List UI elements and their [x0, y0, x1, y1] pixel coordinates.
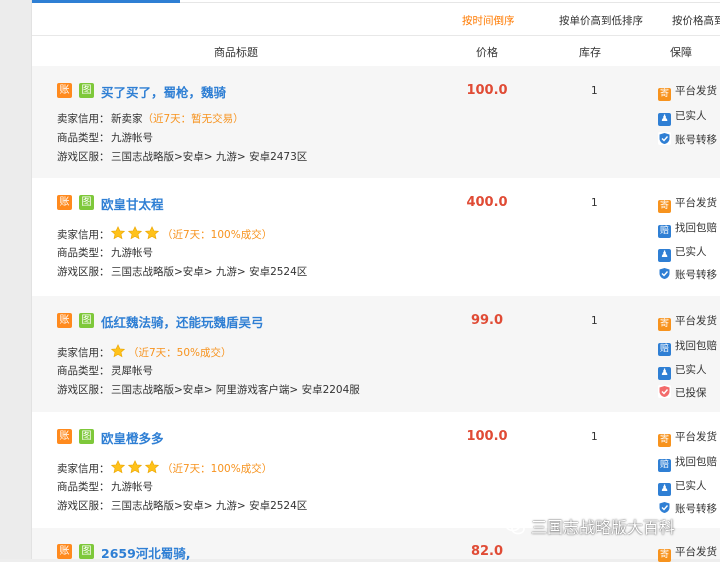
ship-icon: 寄: [658, 549, 671, 562]
item-type: 商品类型： 九游帐号: [57, 481, 153, 493]
listing-stock: 1: [591, 431, 598, 443]
listing-row[interactable]: 账 图 欧皇甘太程 400.0 1 卖家信用： （近7天：100%成交） 商品类型…: [32, 178, 720, 296]
seller-credit: 卖家信用： （近7天：100%成交）: [57, 460, 272, 476]
ship-icon: 寄: [658, 318, 671, 331]
game-server: 游戏区服： 三国志战略版>安卓> 九游> 安卓2524区: [57, 500, 308, 512]
listing-stock: 1: [591, 197, 598, 209]
guarantee-real-name: ♟ 已实人: [658, 362, 707, 380]
guarantee-transfer: 账号转移: [658, 132, 717, 147]
refund-icon: 赔: [658, 343, 671, 356]
credit-star-icon: [111, 226, 125, 240]
item-type: 商品类型： 灵犀帐号: [57, 365, 153, 377]
col-guarantee: 保障: [670, 46, 692, 59]
refund-icon: 赔: [658, 459, 671, 472]
game-server: 游戏区服： 三国志战略版>安卓> 九游> 安卓2524区: [57, 266, 308, 278]
shield-icon: [658, 501, 671, 514]
listing-price: 100.0: [466, 429, 508, 444]
listing-price: 99.0: [470, 313, 504, 328]
listing-title-link[interactable]: 欧皇橙多多: [101, 428, 164, 447]
listing-price: 82.0: [470, 544, 504, 559]
listing-row[interactable]: 账 图 欧皇橙多多 100.0 1 卖家信用： （近7天：100%成交） 商品类型…: [32, 412, 720, 528]
col-title: 商品标题: [214, 46, 258, 59]
guarantee-transfer: 账号转移: [658, 267, 717, 282]
credit-star-icon: [145, 460, 159, 474]
listing-stock: 1: [591, 85, 598, 97]
listing-title-link[interactable]: 欧皇甘太程: [101, 194, 164, 213]
seller-credit: 卖家信用： （近7天：100%成交）: [57, 226, 272, 242]
listing-title-link[interactable]: 低红魏法骑，还能玩魏盾吴弓: [101, 312, 264, 331]
ship-icon: 寄: [658, 88, 671, 101]
credit-star-icon: [111, 460, 125, 474]
guarantee-ship: 寄平台发货: [658, 85, 717, 101]
guarantee-ship: 寄平台发货: [658, 315, 717, 331]
left-gutter: [0, 0, 31, 559]
ship-icon: 寄: [658, 200, 671, 213]
col-price: 价格: [476, 46, 498, 59]
person-icon: ♟: [658, 113, 671, 126]
guarantee-ship: 寄平台发货: [658, 431, 717, 447]
image-badge: 图: [79, 313, 94, 328]
guarantee-real-name: ♟ 已实人: [658, 244, 707, 262]
image-badge: 图: [79, 83, 94, 98]
guarantee-insured: 已投保: [658, 385, 707, 400]
credit-star-icon: [128, 226, 142, 240]
col-stock: 库存: [579, 46, 601, 59]
guarantee-ship: 寄平台发货: [658, 197, 717, 213]
listing-price: 400.0: [466, 195, 508, 210]
credit-star-icon: [128, 460, 142, 474]
seller-credit: 卖家信用： （近7天：50%成交）: [57, 344, 232, 360]
game-server: 游戏区服： 三国志战略版>安卓> 九游> 安卓2473区: [57, 151, 308, 163]
person-icon: ♟: [658, 483, 671, 496]
listing-price: 100.0: [466, 83, 508, 98]
account-badge: 账: [57, 195, 72, 210]
sort-by-time-desc[interactable]: 按时间倒序: [462, 13, 515, 28]
shield-icon: [658, 132, 671, 145]
guarantee-real-name: ♟ 已实人: [658, 108, 707, 126]
account-badge: 账: [57, 429, 72, 444]
watermark: 三国志战略版大百科: [505, 514, 675, 540]
listing-title-link[interactable]: 2659河北蜀骑,: [101, 543, 191, 562]
listing-row[interactable]: 账 图 低红魏法骑，还能玩魏盾吴弓 99.0 1 卖家信用： （近7天：50%成交…: [32, 296, 720, 412]
account-badge: 账: [57, 313, 72, 328]
image-badge: 图: [79, 429, 94, 444]
wechat-icon: [505, 518, 525, 540]
guarantee-refund: 赔找回包赔: [658, 456, 717, 472]
refund-icon: 赔: [658, 225, 671, 238]
guarantee-real-name: ♟ 已实人: [658, 478, 707, 496]
image-badge: 图: [79, 195, 94, 210]
guarantee-refund: 赔找回包赔: [658, 340, 717, 356]
account-badge: 账: [57, 544, 72, 559]
person-icon: ♟: [658, 367, 671, 380]
sort-by-unit-price-desc[interactable]: 按单价高到低排序: [559, 13, 643, 28]
item-type: 商品类型： 九游帐号: [57, 247, 153, 259]
sort-by-price-desc[interactable]: 按价格高到: [672, 13, 720, 28]
seller-credit: 卖家信用： 新卖家（近7天：暂无交易）: [57, 113, 244, 125]
insured-shield-icon: [658, 385, 671, 398]
ship-icon: 寄: [658, 434, 671, 447]
image-badge: 图: [79, 544, 94, 559]
credit-star-icon: [145, 226, 159, 240]
person-icon: ♟: [658, 249, 671, 262]
listing-stock: 1: [591, 315, 598, 327]
guarantee-refund: 赔找回包赔: [658, 222, 717, 238]
game-server: 游戏区服： 三国志战略版>安卓> 阿里游戏客户端> 安卓2204服: [57, 384, 360, 396]
guarantee-ship: 寄平台发货: [658, 546, 717, 562]
shield-icon: [658, 267, 671, 280]
credit-star-icon: [111, 344, 125, 358]
listing-title-link[interactable]: 买了买了，蜀枪，魏骑: [101, 82, 226, 101]
sort-bar: 按时间倒序 按单价高到低排序 按价格高到: [32, 3, 720, 36]
item-type: 商品类型： 九游帐号: [57, 132, 153, 144]
account-badge: 账: [57, 83, 72, 98]
listing-panel: 按时间倒序 按单价高到低排序 按价格高到 商品标题 价格 库存 保障 账 图 买…: [31, 0, 720, 562]
column-header: 商品标题 价格 库存 保障: [32, 36, 720, 66]
listing-row[interactable]: 账 图 买了买了，蜀枪，魏骑 100.0 1 卖家信用： 新卖家（近7天：暂无交易…: [32, 66, 720, 178]
